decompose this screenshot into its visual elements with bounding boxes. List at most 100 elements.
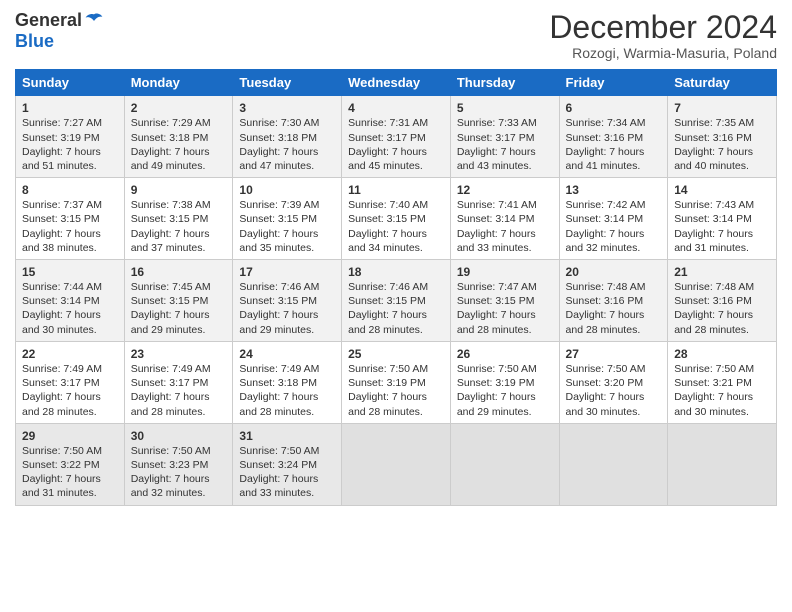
calendar-subtitle: Rozogi, Warmia-Masuria, Poland: [549, 45, 777, 61]
sunrise-text: Sunrise: 7:41 AM: [457, 198, 553, 212]
sunset-text: Sunset: 3:14 PM: [457, 212, 553, 226]
calendar-cell: [668, 423, 777, 505]
calendar-cell: 3Sunrise: 7:30 AMSunset: 3:18 PMDaylight…: [233, 96, 342, 178]
calendar-cell: [342, 423, 451, 505]
daylight-text: Daylight: 7 hours and 45 minutes.: [348, 145, 444, 173]
sunrise-text: Sunrise: 7:29 AM: [131, 116, 227, 130]
sunset-text: Sunset: 3:17 PM: [131, 376, 227, 390]
calendar-row-week-4: 22Sunrise: 7:49 AMSunset: 3:17 PMDayligh…: [16, 341, 777, 423]
calendar-cell: 2Sunrise: 7:29 AMSunset: 3:18 PMDaylight…: [124, 96, 233, 178]
calendar-cell: 17Sunrise: 7:46 AMSunset: 3:15 PMDayligh…: [233, 259, 342, 341]
calendar-cell: 31Sunrise: 7:50 AMSunset: 3:24 PMDayligh…: [233, 423, 342, 505]
sunrise-text: Sunrise: 7:50 AM: [348, 362, 444, 376]
sunset-text: Sunset: 3:19 PM: [457, 376, 553, 390]
day-number: 8: [22, 182, 118, 198]
day-number: 2: [131, 100, 227, 116]
daylight-text: Daylight: 7 hours and 47 minutes.: [239, 145, 335, 173]
sunrise-text: Sunrise: 7:50 AM: [457, 362, 553, 376]
sunset-text: Sunset: 3:24 PM: [239, 458, 335, 472]
day-number: 9: [131, 182, 227, 198]
calendar-title: December 2024: [549, 10, 777, 45]
sunset-text: Sunset: 3:20 PM: [566, 376, 662, 390]
day-number: 30: [131, 428, 227, 444]
daylight-text: Daylight: 7 hours and 32 minutes.: [566, 227, 662, 255]
sunset-text: Sunset: 3:18 PM: [131, 131, 227, 145]
sunset-text: Sunset: 3:15 PM: [22, 212, 118, 226]
sunrise-text: Sunrise: 7:33 AM: [457, 116, 553, 130]
sunrise-text: Sunrise: 7:49 AM: [131, 362, 227, 376]
calendar-row-week-2: 8Sunrise: 7:37 AMSunset: 3:15 PMDaylight…: [16, 178, 777, 260]
calendar-cell: 14Sunrise: 7:43 AMSunset: 3:14 PMDayligh…: [668, 178, 777, 260]
day-number: 24: [239, 346, 335, 362]
calendar-cell: 29Sunrise: 7:50 AMSunset: 3:22 PMDayligh…: [16, 423, 125, 505]
calendar-cell: 21Sunrise: 7:48 AMSunset: 3:16 PMDayligh…: [668, 259, 777, 341]
header-sunday: Sunday: [16, 70, 125, 96]
sunrise-text: Sunrise: 7:46 AM: [348, 280, 444, 294]
sunrise-text: Sunrise: 7:43 AM: [674, 198, 770, 212]
daylight-text: Daylight: 7 hours and 49 minutes.: [131, 145, 227, 173]
sunset-text: Sunset: 3:17 PM: [348, 131, 444, 145]
calendar-cell: 9Sunrise: 7:38 AMSunset: 3:15 PMDaylight…: [124, 178, 233, 260]
daylight-text: Daylight: 7 hours and 33 minutes.: [457, 227, 553, 255]
sunset-text: Sunset: 3:14 PM: [674, 212, 770, 226]
sunrise-text: Sunrise: 7:30 AM: [239, 116, 335, 130]
calendar-row-week-3: 15Sunrise: 7:44 AMSunset: 3:14 PMDayligh…: [16, 259, 777, 341]
sunrise-text: Sunrise: 7:50 AM: [131, 444, 227, 458]
sunset-text: Sunset: 3:15 PM: [239, 294, 335, 308]
sunset-text: Sunset: 3:19 PM: [22, 131, 118, 145]
calendar-cell: 25Sunrise: 7:50 AMSunset: 3:19 PMDayligh…: [342, 341, 451, 423]
daylight-text: Daylight: 7 hours and 32 minutes.: [131, 472, 227, 500]
day-number: 10: [239, 182, 335, 198]
sunrise-text: Sunrise: 7:39 AM: [239, 198, 335, 212]
sunrise-text: Sunrise: 7:50 AM: [22, 444, 118, 458]
calendar-cell: 4Sunrise: 7:31 AMSunset: 3:17 PMDaylight…: [342, 96, 451, 178]
calendar-cell: 28Sunrise: 7:50 AMSunset: 3:21 PMDayligh…: [668, 341, 777, 423]
sunrise-text: Sunrise: 7:27 AM: [22, 116, 118, 130]
day-number: 19: [457, 264, 553, 280]
daylight-text: Daylight: 7 hours and 30 minutes.: [22, 308, 118, 336]
sunrise-text: Sunrise: 7:38 AM: [131, 198, 227, 212]
day-number: 13: [566, 182, 662, 198]
sunset-text: Sunset: 3:22 PM: [22, 458, 118, 472]
page-header: General Blue December 2024 Rozogi, Warmi…: [15, 10, 777, 61]
day-number: 17: [239, 264, 335, 280]
day-number: 4: [348, 100, 444, 116]
sunset-text: Sunset: 3:15 PM: [131, 212, 227, 226]
day-number: 21: [674, 264, 770, 280]
sunrise-text: Sunrise: 7:45 AM: [131, 280, 227, 294]
day-number: 16: [131, 264, 227, 280]
sunset-text: Sunset: 3:15 PM: [348, 294, 444, 308]
sunset-text: Sunset: 3:16 PM: [566, 131, 662, 145]
day-number: 26: [457, 346, 553, 362]
day-number: 25: [348, 346, 444, 362]
calendar-cell: [450, 423, 559, 505]
daylight-text: Daylight: 7 hours and 40 minutes.: [674, 145, 770, 173]
sunset-text: Sunset: 3:21 PM: [674, 376, 770, 390]
calendar-cell: 20Sunrise: 7:48 AMSunset: 3:16 PMDayligh…: [559, 259, 668, 341]
daylight-text: Daylight: 7 hours and 38 minutes.: [22, 227, 118, 255]
header-monday: Monday: [124, 70, 233, 96]
sunrise-text: Sunrise: 7:50 AM: [674, 362, 770, 376]
calendar-cell: 23Sunrise: 7:49 AMSunset: 3:17 PMDayligh…: [124, 341, 233, 423]
calendar-cell: 5Sunrise: 7:33 AMSunset: 3:17 PMDaylight…: [450, 96, 559, 178]
daylight-text: Daylight: 7 hours and 30 minutes.: [566, 390, 662, 418]
logo-general-text: General: [15, 10, 82, 31]
sunset-text: Sunset: 3:14 PM: [22, 294, 118, 308]
daylight-text: Daylight: 7 hours and 41 minutes.: [566, 145, 662, 173]
calendar-cell: 1Sunrise: 7:27 AMSunset: 3:19 PMDaylight…: [16, 96, 125, 178]
sunset-text: Sunset: 3:15 PM: [131, 294, 227, 308]
day-number: 31: [239, 428, 335, 444]
day-number: 22: [22, 346, 118, 362]
header-saturday: Saturday: [668, 70, 777, 96]
calendar-cell: 30Sunrise: 7:50 AMSunset: 3:23 PMDayligh…: [124, 423, 233, 505]
day-number: 27: [566, 346, 662, 362]
daylight-text: Daylight: 7 hours and 28 minutes.: [239, 390, 335, 418]
logo-bird-icon: [84, 11, 104, 31]
sunset-text: Sunset: 3:16 PM: [674, 131, 770, 145]
day-number: 18: [348, 264, 444, 280]
header-tuesday: Tuesday: [233, 70, 342, 96]
daylight-text: Daylight: 7 hours and 28 minutes.: [348, 308, 444, 336]
sunrise-text: Sunrise: 7:49 AM: [239, 362, 335, 376]
day-number: 28: [674, 346, 770, 362]
daylight-text: Daylight: 7 hours and 28 minutes.: [674, 308, 770, 336]
